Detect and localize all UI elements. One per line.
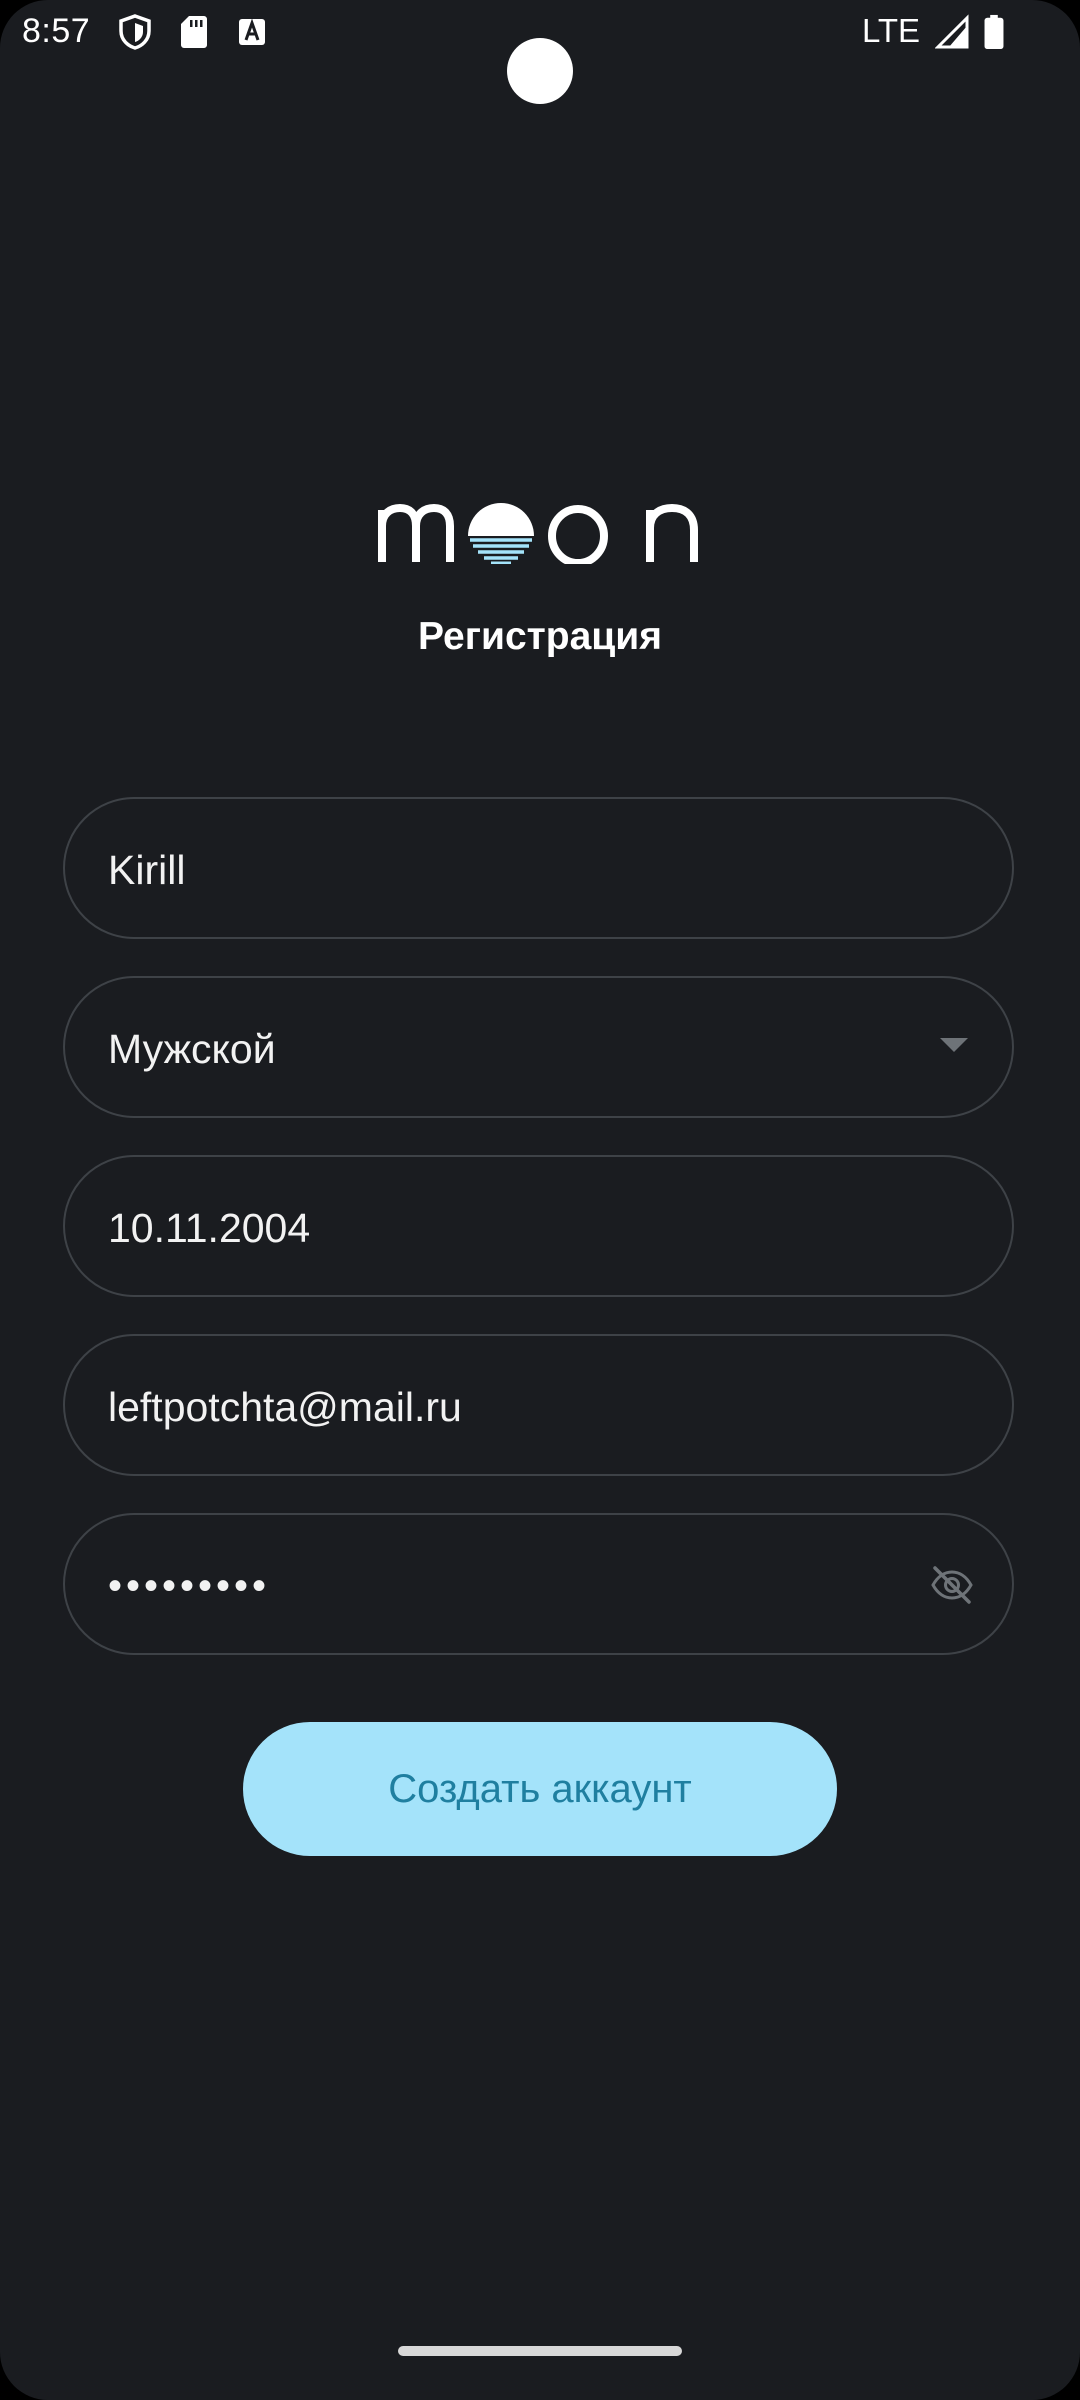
gender-select[interactable]: Мужской [63,976,1014,1118]
font-icon [239,18,265,45]
birth-date-value: 10.11.2004 [108,1205,311,1251]
battery-icon [984,14,1004,50]
page-title: Регистрация [418,615,662,658]
password-field[interactable]: ••••••••• [63,1513,1014,1655]
dropdown-arrow-icon[interactable] [940,1038,968,1052]
registration-screen: 8:57 LTE Регистрация Kirill Мужской 10.1… [0,0,1080,2400]
name-value: Kirill [108,847,186,893]
sd-card-icon [181,16,207,48]
shield-icon [119,14,151,50]
signal-icon [935,14,969,49]
email-field[interactable]: leftpotchta@mail.ru [63,1334,1014,1476]
birth-date-field[interactable]: 10.11.2004 [63,1155,1014,1297]
create-account-button[interactable]: Создать аккаунт [243,1722,837,1856]
network-type: LTE [862,12,921,49]
password-value: ••••••••• [108,1564,271,1608]
camera-cutout [507,38,573,104]
email-value: leftpotchta@mail.ru [108,1384,462,1430]
moon-logo [378,503,698,564]
status-time: 8:57 [22,12,91,50]
eye-off-icon[interactable] [930,1563,974,1607]
home-indicator[interactable] [398,2346,682,2356]
name-field[interactable]: Kirill [63,797,1014,939]
gender-value: Мужской [108,1026,276,1072]
